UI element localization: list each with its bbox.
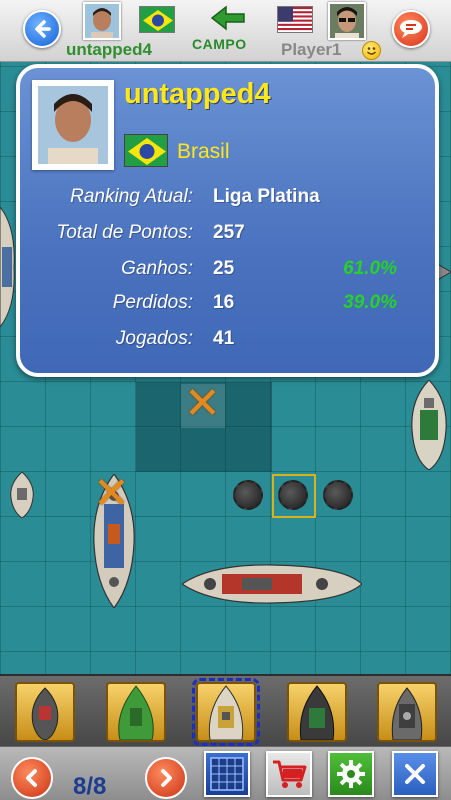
stat-value-ranking: Liga Platina: [213, 186, 320, 207]
profile-country: Brasil: [177, 140, 230, 163]
chevron-right-icon: [161, 769, 172, 787]
prev-button[interactable]: [11, 757, 53, 799]
stat-value-losses: 16: [213, 292, 235, 313]
submarine-icon: [31, 687, 59, 740]
grid-icon: [210, 757, 244, 791]
player-profile-panel: untapped4 Brasil Ranking Atual: Liga Pla…: [16, 64, 439, 377]
bottom-bar: 8/8: [0, 746, 451, 800]
stat-label-ranking: Ranking Atual:: [70, 186, 193, 207]
player-right-name: Player1: [281, 40, 342, 59]
chat-bubble-icon: [400, 20, 422, 38]
close-icon: [405, 764, 425, 784]
hit-x-icon: ✕: [93, 469, 130, 518]
ship-left-edge-icon: [0, 207, 15, 327]
ship-tray: [0, 674, 451, 746]
player-right-avatar[interactable]: [328, 2, 366, 40]
ship-slot-2[interactable]: [106, 682, 166, 742]
chevron-left-icon: [26, 769, 37, 787]
stat-pct-wins: 61.0%: [343, 258, 397, 279]
ship-slot-3[interactable]: [192, 678, 260, 746]
small-boat-icon: [10, 472, 34, 518]
gear-icon: [337, 760, 365, 788]
ship-slot-4[interactable]: [287, 682, 347, 742]
stat-label-points: Total de Pontos:: [56, 222, 193, 243]
next-button[interactable]: [145, 757, 187, 799]
target-selector[interactable]: [272, 474, 316, 518]
mine-icon: [233, 480, 263, 510]
ship-right-icon: [411, 380, 447, 470]
player-right-photo: [330, 4, 364, 38]
close-button[interactable]: [392, 751, 438, 797]
profile-flag-brazil: [124, 134, 168, 167]
settings-button[interactable]: [328, 751, 374, 797]
cruiser-icon: [208, 685, 244, 740]
grid-button[interactable]: [204, 751, 250, 797]
profile-name: untapped4: [124, 78, 271, 110]
carrier-icon: [391, 687, 423, 740]
battleship-red-icon: [182, 564, 362, 604]
hit-x-icon: ✕: [184, 379, 221, 428]
stat-label-losses: Perdidos:: [112, 292, 193, 313]
ship-slot-5[interactable]: [377, 682, 437, 742]
profile-photo: [32, 80, 114, 170]
player-left-name: untapped4: [66, 40, 152, 59]
chat-button[interactable]: [392, 10, 430, 48]
stat-value-played: 41: [213, 328, 235, 349]
cart-icon: [273, 760, 307, 788]
back-button[interactable]: [23, 10, 61, 48]
ship-slot-1[interactable]: [15, 682, 75, 742]
stat-label-played: Jogados:: [115, 328, 193, 349]
mine-icon: [323, 480, 353, 510]
smiley-icon[interactable]: [362, 41, 381, 60]
back-arrow-icon: [35, 20, 51, 38]
campo-label[interactable]: CAMPO: [192, 36, 247, 52]
player-left-avatar[interactable]: [83, 2, 121, 40]
stat-label-wins: Ganhos:: [121, 258, 193, 279]
stat-pct-losses: 39.0%: [343, 292, 397, 313]
shop-button[interactable]: [266, 751, 312, 797]
player-left-photo: [85, 4, 119, 38]
top-bar: CAMPO untapped4 Player1: [0, 0, 451, 62]
player-right-flag-usa: [277, 6, 313, 33]
player-left-flag-brazil: [139, 6, 175, 33]
page-count: 8/8: [73, 773, 107, 800]
campo-green-arrow-icon[interactable]: [208, 4, 248, 34]
destroyer-icon: [299, 685, 335, 740]
green-ship-icon: [118, 685, 154, 740]
stat-value-wins: 25: [213, 258, 235, 279]
stat-value-points: 257: [213, 222, 245, 243]
